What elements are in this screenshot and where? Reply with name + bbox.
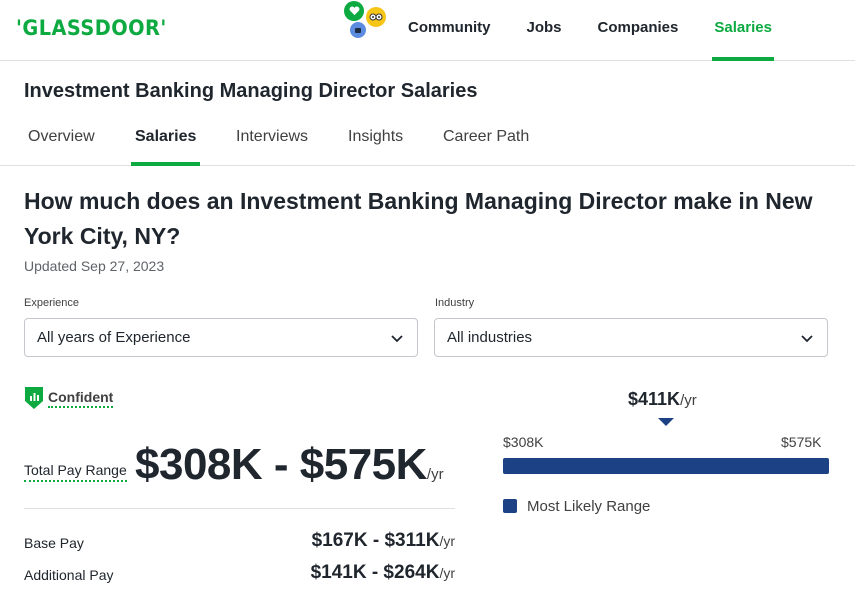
base-pay-value: $167K - $311K/yr (312, 530, 455, 552)
total-pay-amount: $308K - $575K (135, 440, 427, 489)
range-min-label: $308K (503, 434, 544, 450)
total-pay-range-label[interactable]: Total Pay Range (24, 462, 127, 482)
page-title: Investment Banking Managing Director Sal… (24, 80, 478, 102)
base-pay-label: Base Pay (24, 535, 84, 551)
chevron-down-icon (391, 334, 403, 342)
tab-career-path[interactable]: Career Path (443, 128, 529, 166)
shield-chart-icon (25, 387, 43, 409)
median-pay: $411K/yr (628, 389, 697, 410)
nav-salaries[interactable]: Salaries (712, 0, 774, 61)
most-likely-range-bar (503, 458, 829, 474)
legend-swatch (503, 499, 517, 513)
median-unit: /yr (680, 392, 697, 409)
industry-select[interactable]: All industries (434, 318, 828, 357)
top-nav: 'GLASSDOOR' Community Jobs Companies Sal… (0, 0, 855, 61)
tab-insights[interactable]: Insights (348, 128, 403, 166)
industry-value: All industries (447, 329, 533, 346)
sub-tabs: Overview Salaries Interviews Insights Ca… (0, 118, 855, 166)
experience-value: All years of Experience (37, 329, 191, 346)
additional-pay-value: $141K - $264K/yr (311, 562, 455, 584)
divider (24, 508, 455, 509)
community-icons[interactable] (344, 0, 390, 40)
experience-label: Experience (24, 297, 80, 309)
glassdoor-logo[interactable]: 'GLASSDOOR' (16, 16, 167, 40)
median-amount: $411K (628, 389, 681, 409)
experience-select[interactable]: All years of Experience (24, 318, 418, 357)
confidence-indicator[interactable]: Confident (24, 386, 114, 410)
base-pay-unit: /yr (439, 533, 455, 549)
nav-community[interactable]: Community (408, 0, 491, 61)
tab-overview[interactable]: Overview (28, 128, 95, 166)
chevron-down-icon (801, 334, 813, 342)
owl-icon (366, 7, 386, 27)
main-nav: Community Jobs Companies Salaries (390, 0, 790, 61)
tab-interviews[interactable]: Interviews (236, 128, 308, 166)
salary-question-heading: How much does an Investment Banking Mana… (24, 188, 813, 249)
updated-date: Updated Sep 27, 2023 (24, 258, 165, 274)
nav-companies[interactable]: Companies (598, 0, 679, 61)
confidence-label: Confident (48, 389, 114, 408)
median-marker (658, 418, 674, 426)
additional-pay-unit: /yr (439, 565, 455, 581)
base-pay-amount: $167K - $311K (311, 530, 440, 551)
additional-pay-amount: $141K - $264K (310, 562, 440, 583)
bot-icon (350, 22, 366, 38)
legend-label: Most Likely Range (527, 498, 651, 515)
total-pay-unit: /yr (426, 466, 444, 483)
range-max-label: $575K (781, 434, 822, 450)
heart-icon (344, 1, 364, 21)
additional-pay-label: Additional Pay (24, 567, 114, 583)
industry-label: Industry (435, 297, 475, 309)
total-pay-range-value: $308K - $575K/yr (135, 440, 444, 490)
tab-salaries[interactable]: Salaries (130, 128, 201, 166)
nav-jobs[interactable]: Jobs (527, 0, 562, 61)
